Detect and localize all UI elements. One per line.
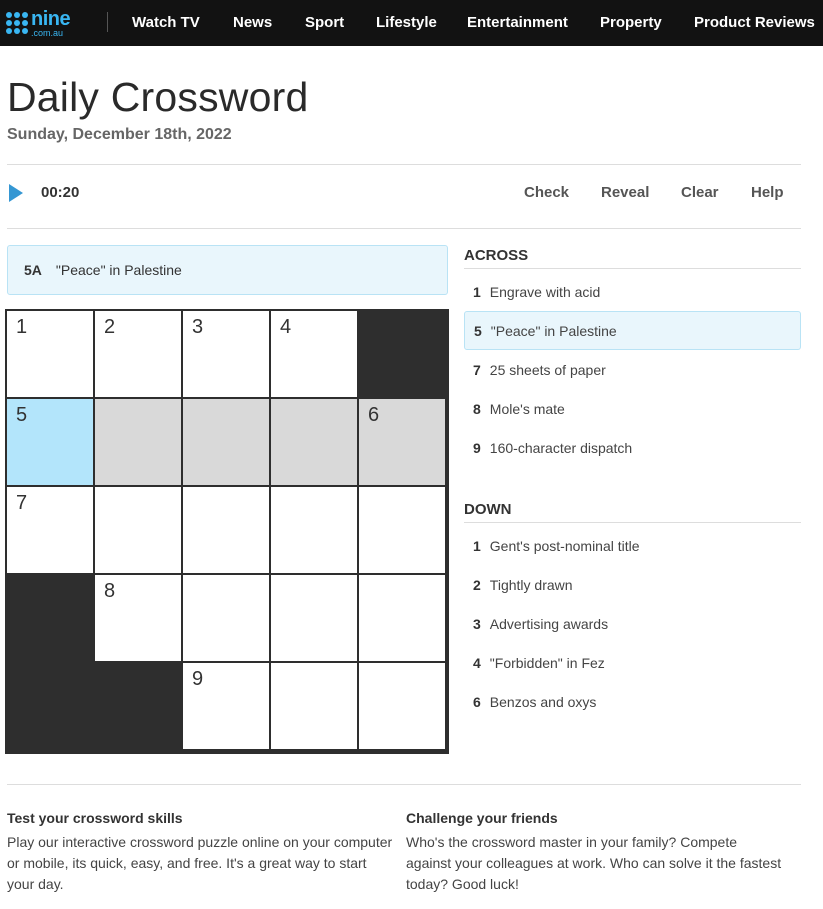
check-button[interactable]: Check xyxy=(524,184,569,201)
grid-cell[interactable] xyxy=(358,662,446,750)
blurb-title-friends: Challenge your friends xyxy=(406,810,558,826)
grid-cell[interactable]: 9 xyxy=(182,662,270,750)
clue-text: "Forbidden" in Fez xyxy=(489,654,605,671)
grid-cell[interactable]: 5 xyxy=(6,398,94,486)
grid-cell[interactable] xyxy=(270,662,358,750)
cell-number: 1 xyxy=(16,316,28,338)
across-clue[interactable]: 1 Engrave with acid xyxy=(464,272,801,311)
clue-text: "Peace" in Palestine xyxy=(490,322,617,339)
timer: 00:20 xyxy=(41,184,80,201)
down-clue[interactable]: 6 Benzos and oxys xyxy=(464,682,801,721)
divider xyxy=(7,164,801,165)
play-icon[interactable] xyxy=(9,184,23,202)
cell-number: 4 xyxy=(280,316,292,338)
nav-divider xyxy=(107,12,108,32)
clue-number: 7 xyxy=(473,361,481,378)
grid-cell[interactable]: 8 xyxy=(94,574,182,662)
grid-cell[interactable]: 7 xyxy=(6,486,94,574)
blurb-body-skills: Play our interactive crossword puzzle on… xyxy=(7,834,393,892)
clue-number: 3 xyxy=(473,615,481,632)
divider xyxy=(7,784,801,785)
clue-text: 160-character dispatch xyxy=(489,439,633,456)
logo-domain: .com.au xyxy=(31,27,64,38)
cell-number: 6 xyxy=(368,404,380,426)
clear-button[interactable]: Clear xyxy=(681,184,719,201)
clue-number: 1 xyxy=(473,537,481,554)
grid-cell-black xyxy=(6,574,94,662)
logo-dots-icon xyxy=(6,12,28,34)
cell-number: 5 xyxy=(16,404,28,426)
nav-item-product-reviews[interactable]: Product Reviews xyxy=(694,14,815,31)
reveal-button[interactable]: Reveal xyxy=(601,184,649,201)
grid-cell[interactable] xyxy=(182,398,270,486)
clue-number: 9 xyxy=(473,439,481,456)
down-clue[interactable]: 2 Tightly drawn xyxy=(464,565,801,604)
grid-cell[interactable]: 2 xyxy=(94,310,182,398)
grid-cell-black xyxy=(94,662,182,750)
nav-item-watch-tv[interactable]: Watch TV xyxy=(132,14,200,31)
grid-cell[interactable] xyxy=(270,574,358,662)
grid-cell[interactable]: 4 xyxy=(270,310,358,398)
blurb-title-skills: Test your crossword skills xyxy=(7,810,183,826)
grid-cell[interactable]: 6 xyxy=(358,398,446,486)
help-button[interactable]: Help xyxy=(751,184,784,201)
grid-cell[interactable] xyxy=(94,486,182,574)
puzzle-date: Sunday, December 18th, 2022 xyxy=(7,126,232,143)
across-clue[interactable]: 7 25 sheets of paper xyxy=(464,350,801,389)
grid-cell-black xyxy=(6,662,94,750)
cell-number: 3 xyxy=(192,316,204,338)
divider xyxy=(7,228,801,229)
cell-number: 8 xyxy=(104,580,116,602)
across-clue[interactable]: 9 160-character dispatch xyxy=(464,428,801,467)
clue-text: Benzos and oxys xyxy=(489,693,597,710)
grid-cell[interactable] xyxy=(270,486,358,574)
clue-number: 6 xyxy=(473,693,481,710)
grid-cell[interactable] xyxy=(270,398,358,486)
down-clue[interactable]: 1 Gent's post-nominal title xyxy=(464,526,801,565)
current-clue-banner: 5A "Peace" in Palestine xyxy=(7,245,448,295)
cell-number: 9 xyxy=(192,668,204,690)
clue-number: 1 xyxy=(473,283,481,300)
nav-item-entertainment[interactable]: Entertainment xyxy=(467,14,568,31)
logo-brand: nine xyxy=(31,7,71,30)
grid-cell[interactable]: 1 xyxy=(6,310,94,398)
across-clue[interactable]: 5 "Peace" in Palestine xyxy=(464,311,801,350)
clue-text: Engrave with acid xyxy=(489,283,601,300)
grid-cell[interactable] xyxy=(182,486,270,574)
clue-text: 25 sheets of paper xyxy=(489,361,606,378)
grid-cell[interactable] xyxy=(182,574,270,662)
grid-cell[interactable]: 3 xyxy=(182,310,270,398)
clue-text: Tightly drawn xyxy=(489,576,573,593)
down-clue[interactable]: 4 "Forbidden" in Fez xyxy=(464,643,801,682)
cell-number: 2 xyxy=(104,316,116,338)
down-clue[interactable]: 3 Advertising awards xyxy=(464,604,801,643)
current-clue-text: "Peace" in Palestine xyxy=(55,262,182,278)
page-title: Daily Crossword xyxy=(7,74,309,120)
clue-number: 2 xyxy=(473,576,481,593)
down-heading: DOWN xyxy=(464,501,801,523)
clue-number: 5 xyxy=(474,322,482,339)
blurb-body-friends: Who's the crossword master in your famil… xyxy=(406,834,782,892)
clue-number: 4 xyxy=(473,654,481,671)
nav-item-sport[interactable]: Sport xyxy=(305,14,344,31)
across-heading: ACROSS xyxy=(464,247,801,269)
grid-cell[interactable] xyxy=(358,574,446,662)
clue-text: Advertising awards xyxy=(489,615,609,632)
clue-text: Gent's post-nominal title xyxy=(489,537,640,554)
nav-item-lifestyle[interactable]: Lifestyle xyxy=(376,14,437,31)
crossword-grid: 1 2 3 4 5 6 7 8 9 xyxy=(5,309,449,754)
nav-item-property[interactable]: Property xyxy=(600,14,662,31)
top-navigation: nine .com.au Watch TV News Sport Lifesty… xyxy=(0,0,823,46)
grid-cell-black xyxy=(358,310,446,398)
cell-number: 7 xyxy=(16,492,28,514)
nine-logo[interactable]: nine .com.au xyxy=(6,7,71,38)
across-clue[interactable]: 8 Mole's mate xyxy=(464,389,801,428)
grid-cell[interactable] xyxy=(358,486,446,574)
clue-text: Mole's mate xyxy=(489,400,565,417)
current-clue-number: 5A xyxy=(24,262,42,278)
grid-cell[interactable] xyxy=(94,398,182,486)
clue-number: 8 xyxy=(473,400,481,417)
nav-item-news[interactable]: News xyxy=(233,14,272,31)
